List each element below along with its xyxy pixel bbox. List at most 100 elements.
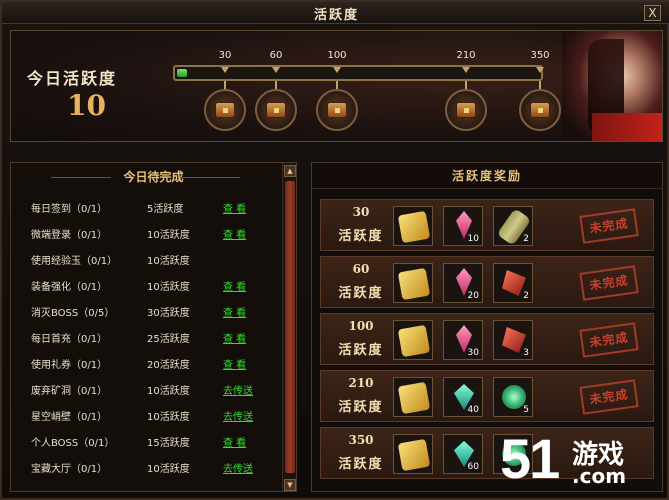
teleport-link[interactable]: 去传送	[223, 405, 253, 431]
task-name: 废弃矿洞（0/1）	[31, 386, 108, 397]
item-count: 30	[467, 348, 479, 358]
reward-item-slot[interactable]: 3	[493, 320, 533, 360]
task-row: 每日签到（0/1） 5活跃度 查 看	[11, 197, 281, 223]
milestone-label: 350	[530, 50, 550, 61]
view-link[interactable]: 查 看	[223, 353, 246, 379]
view-link[interactable]: 查 看	[223, 197, 246, 223]
teleport-link[interactable]: 去传送	[223, 457, 253, 483]
treasure-chest-icon[interactable]	[445, 89, 487, 131]
task-row: 废弃矿洞（0/1） 10活跃度 去传送	[11, 379, 281, 405]
tasks-panel: 今日待完成 每日签到（0/1） 5活跃度 查 看 微端登录（0/1） 10活跃度…	[10, 162, 297, 492]
teleport-link[interactable]: 去传送	[223, 379, 253, 405]
reward-item-slot[interactable]	[393, 206, 433, 246]
task-name: 每日签到（0/1）	[31, 204, 108, 215]
task-row: 使用经验玉（0/1） 10活跃度	[11, 249, 281, 275]
today-activity-label: 今日活跃度	[27, 69, 118, 88]
view-link[interactable]: 查 看	[223, 431, 246, 457]
reward-item-slot[interactable]: 10	[443, 206, 483, 246]
reward-item-slot[interactable]: 5	[493, 377, 533, 417]
tasks-title: 今日待完成	[123, 170, 184, 184]
milestone-connector	[465, 81, 467, 89]
view-link[interactable]: 查 看	[223, 327, 246, 353]
task-points: 10活跃度	[147, 230, 190, 241]
task-points: 10活跃度	[147, 256, 190, 267]
item-count: 2	[523, 234, 529, 244]
milestone-label: 100	[327, 50, 347, 61]
reward-threshold: 210	[348, 376, 374, 390]
task-row: 使用礼券（0/1） 20活跃度 查 看	[11, 353, 281, 379]
reward-unit-label: 活跃度	[338, 400, 384, 415]
reward-row: 210 活跃度 40 5 未完成	[320, 370, 654, 422]
reward-item-slot[interactable]: 20	[443, 263, 483, 303]
treasure-chest-icon[interactable]	[255, 89, 297, 131]
reward-item-slot[interactable]: 2	[493, 263, 533, 303]
task-row: 个人BOSS（0/1） 15活跃度 查 看	[11, 431, 281, 457]
activity-summary-panel: 今日活跃度 10 30 60 100 210 350	[10, 30, 663, 142]
treasure-chest-icon[interactable]	[204, 89, 246, 131]
tasks-scrollbar[interactable]: ▲ ▼	[282, 163, 296, 491]
item-count: 10	[467, 234, 479, 244]
close-button[interactable]: X	[644, 5, 661, 21]
gold-ticket-icon	[397, 438, 431, 472]
activity-window: 活跃度 X 今日活跃度 10 30 60 100 210 350 今日待完成 每…	[0, 0, 669, 500]
task-list: 每日签到（0/1） 5活跃度 查 看 微端登录（0/1） 10活跃度 查 看 使…	[11, 197, 281, 483]
task-points: 20活跃度	[147, 360, 190, 371]
milestone-marker	[221, 67, 229, 73]
reward-threshold: 30	[352, 205, 370, 219]
status-stamp: 未完成	[579, 265, 639, 301]
task-row: 消灭BOSS（0/5） 30活跃度 查 看	[11, 301, 281, 327]
reward-item-slot[interactable]	[393, 263, 433, 303]
task-name: 个人BOSS（0/1）	[31, 438, 115, 449]
window-title: 活跃度	[313, 8, 359, 23]
task-name: 使用经验玉（0/1）	[31, 256, 118, 267]
gold-ticket-icon	[397, 267, 431, 301]
milestone-connector	[539, 81, 541, 89]
milestone-label: 60	[269, 50, 283, 61]
status-stamp: 未完成	[579, 322, 639, 358]
status-stamp: 未完成	[579, 379, 639, 415]
milestone-marker	[462, 67, 470, 73]
item-count: 2	[523, 291, 529, 301]
task-points: 10活跃度	[147, 282, 190, 293]
task-row: 装备强化（0/1） 10活跃度 查 看	[11, 275, 281, 301]
reward-row: 60 活跃度 20 2 未完成	[320, 256, 654, 308]
milestone-marker	[536, 67, 544, 73]
scroll-up-icon[interactable]: ▲	[284, 165, 296, 177]
site-watermark-logo: 51 游戏 .com	[500, 427, 660, 492]
milestone-connector	[275, 81, 277, 89]
scroll-down-icon[interactable]: ▼	[284, 479, 296, 491]
task-name: 使用礼券（0/1）	[31, 360, 108, 371]
reward-item-slot[interactable]: 40	[443, 377, 483, 417]
item-count: 60	[467, 462, 479, 472]
reward-item-slot[interactable]: 30	[443, 320, 483, 360]
item-count: 40	[467, 405, 479, 415]
reward-item-slot[interactable]	[393, 434, 433, 474]
watermark-number: 51	[500, 427, 560, 490]
tasks-header: 今日待完成	[11, 163, 296, 191]
rewards-title: 活跃度奖励	[312, 163, 662, 189]
task-name: 微端登录（0/1）	[31, 230, 108, 241]
today-activity-value: 10	[67, 89, 106, 122]
view-link[interactable]: 查 看	[223, 223, 246, 249]
task-name: 星空峭壁（0/1）	[31, 412, 108, 423]
treasure-chest-icon[interactable]	[316, 89, 358, 131]
task-row: 宝藏大厅（0/1） 10活跃度 去传送	[11, 457, 281, 483]
reward-unit-label: 活跃度	[338, 343, 384, 358]
task-points: 10活跃度	[147, 412, 190, 423]
reward-item-slot[interactable]: 60	[443, 434, 483, 474]
task-name: 装备强化（0/1）	[31, 282, 108, 293]
treasure-chest-icon[interactable]	[519, 89, 561, 131]
item-count: 20	[467, 291, 479, 301]
view-link[interactable]: 查 看	[223, 275, 246, 301]
reward-item-slot[interactable]	[393, 320, 433, 360]
reward-item-slot[interactable]	[393, 377, 433, 417]
item-count: 3	[523, 348, 529, 358]
task-points: 15活跃度	[147, 438, 190, 449]
reward-item-slot[interactable]: 2	[493, 206, 533, 246]
reward-unit-label: 活跃度	[338, 286, 384, 301]
reward-threshold: 350	[348, 433, 374, 447]
scroll-thumb[interactable]	[285, 181, 295, 473]
task-points: 25活跃度	[147, 334, 190, 345]
milestone-connector	[224, 81, 226, 89]
view-link[interactable]: 查 看	[223, 301, 246, 327]
